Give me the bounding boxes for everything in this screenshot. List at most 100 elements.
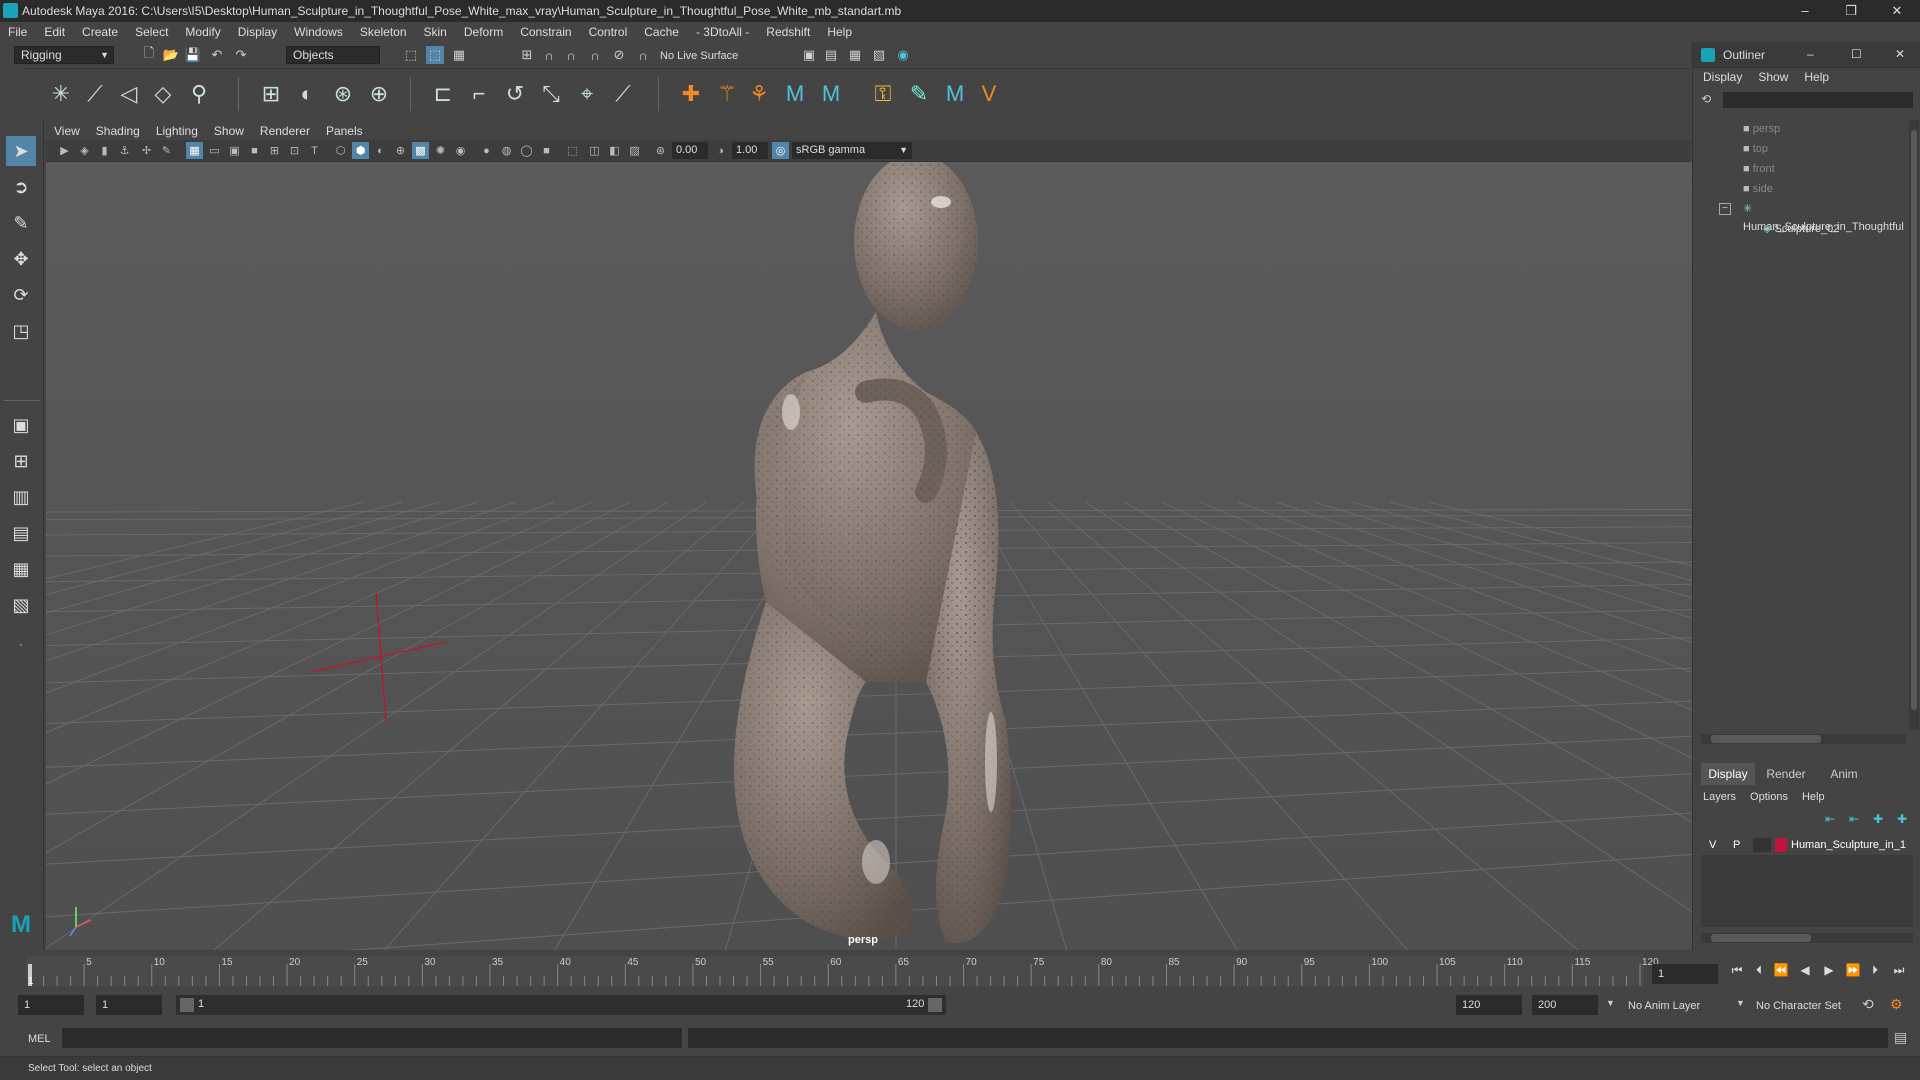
chevron-down-icon[interactable]: ▼ [1736, 998, 1745, 1008]
menu-item[interactable]: Display [238, 25, 277, 39]
exposure-icon[interactable]: ⊛ [652, 142, 669, 159]
outliner-menu-item[interactable]: Display [1703, 70, 1742, 88]
select-by-component-icon[interactable]: ▦ [450, 46, 468, 64]
layer-menu-item[interactable]: Help [1802, 791, 1825, 803]
outliner-item[interactable]: ■ front [1743, 160, 1775, 178]
outliner-search-input[interactable] [1723, 92, 1913, 108]
new-layer-selected-icon[interactable]: ✚ [1897, 812, 1907, 826]
v-script-icon[interactable]: V [974, 79, 1004, 109]
camera-select-icon[interactable]: ▶ [56, 142, 73, 159]
script-editor-icon[interactable]: ▤ [1894, 1029, 1907, 1046]
play-forwards-icon[interactable]: ▶ [1820, 961, 1838, 979]
new-layer-icon[interactable]: ✚ [1873, 812, 1883, 826]
gamma-field[interactable]: 1.00 [732, 142, 768, 159]
snap-curve-icon[interactable]: ∩ [540, 46, 558, 64]
render-settings-icon[interactable]: ▣ [800, 46, 818, 64]
layout-outliner-icon[interactable]: ▧ [6, 590, 36, 620]
xray-components-icon[interactable]: ▨ [626, 142, 643, 159]
maya-script-icon[interactable]: M [940, 79, 970, 109]
paint-weights-icon[interactable]: ◐ [292, 79, 322, 109]
safe-title-icon[interactable]: T [306, 142, 323, 159]
exposure-field[interactable]: 0.00 [672, 142, 708, 159]
auto-key-icon[interactable]: ⟲ [1862, 996, 1874, 1013]
film-gate-icon[interactable]: ▭ [206, 142, 223, 159]
minimize-button[interactable]: – [1782, 0, 1828, 22]
range-end-handle[interactable] [928, 998, 942, 1012]
skeleton-icon[interactable]: ⚚ [712, 79, 742, 109]
rotate-tool-icon[interactable]: ⟳ [6, 280, 36, 310]
mirror-joint-icon[interactable]: ⚲ [184, 79, 214, 109]
layer-menu-item[interactable]: Layers [1703, 791, 1736, 803]
menu-item[interactable]: Redshift [766, 25, 810, 39]
2d-pan-icon[interactable]: ✢ [138, 142, 155, 159]
start-time-field[interactable]: 1 [18, 995, 84, 1015]
grease-pencil-icon[interactable]: ✎ [158, 142, 175, 159]
image-plane-icon[interactable]: ⚓ [116, 142, 133, 159]
outliner-item[interactable]: ■ persp [1743, 120, 1780, 138]
anti-aliasing-icon[interactable]: ◯ [518, 142, 535, 159]
selection-mode-dropdown[interactable]: Objects [286, 46, 380, 64]
hik-icon[interactable]: ⚘ [744, 79, 774, 109]
lattice-icon[interactable]: ⊛ [328, 79, 358, 109]
save-scene-icon[interactable]: 💾 [184, 46, 202, 64]
gate-mask-icon[interactable]: ■ [246, 142, 263, 159]
menu-item[interactable]: Constrain [520, 25, 571, 39]
end-time-field[interactable]: 200 [1532, 995, 1598, 1015]
resolution-gate-icon[interactable]: ▣ [226, 142, 243, 159]
current-frame-field[interactable]: 1 [1652, 964, 1718, 984]
panel-menu-item[interactable]: Renderer [260, 124, 310, 138]
field-chart-icon[interactable]: ⊞ [266, 142, 283, 159]
command-input[interactable] [62, 1028, 682, 1048]
range-slider[interactable]: 1 120 [176, 995, 946, 1015]
color-management-icon[interactable]: ◎ [772, 142, 789, 159]
menu-item[interactable]: - 3DtoAll - [696, 25, 749, 39]
key-tool-icon[interactable]: ⚿ [868, 79, 898, 109]
play-backwards-icon[interactable]: ◀ [1796, 961, 1814, 979]
outliner-maximize-button[interactable]: ☐ [1851, 47, 1862, 61]
layout-more-icon[interactable]: · [6, 630, 36, 660]
layer-visibility-toggle[interactable]: V [1709, 839, 1716, 851]
playback-start-field[interactable]: 1 [96, 995, 162, 1015]
menu-item[interactable]: Create [82, 25, 118, 39]
new-scene-icon[interactable]: 🗋 [140, 45, 158, 64]
outliner-menu-item[interactable]: Help [1804, 70, 1829, 88]
anim-layer-label[interactable]: No Anim Layer [1628, 1000, 1700, 1012]
range-start-handle[interactable] [180, 998, 194, 1012]
layer-tab[interactable]: Anim [1817, 763, 1871, 785]
character-set-label[interactable]: No Character Set [1756, 1000, 1841, 1012]
menu-item[interactable]: Edit [44, 25, 65, 39]
menu-item[interactable]: Windows [294, 25, 343, 39]
menu-item[interactable]: Skeleton [360, 25, 407, 39]
xray-joints-icon[interactable]: ◧ [606, 142, 623, 159]
layout-top-icon[interactable]: ▤ [6, 518, 36, 548]
layer-name[interactable]: Human_Sculpture_in_1 [1791, 839, 1906, 851]
lights-icon[interactable]: ✺ [432, 142, 449, 159]
step-forward-frame-icon[interactable]: ⏩ [1844, 961, 1862, 979]
panel-menu-item[interactable]: Panels [326, 124, 363, 138]
depth-of-field-icon[interactable]: ■ [538, 142, 555, 159]
move-tool-icon[interactable]: ✥ [6, 244, 36, 274]
insert-joint-icon[interactable]: ◇ [148, 79, 178, 109]
layer-tab[interactable]: Display [1701, 763, 1755, 785]
menu-item[interactable]: Select [135, 25, 168, 39]
outliner-item[interactable]: ◈ Sculpture_02 [1763, 220, 1839, 238]
pole-vector-icon[interactable]: ⟋ [608, 79, 638, 109]
panel-menu-item[interactable]: Shading [96, 124, 140, 138]
undo-icon[interactable]: ↶ [208, 46, 226, 64]
outliner-vscrollbar[interactable] [1909, 120, 1919, 730]
menu-item[interactable]: Cache [644, 25, 679, 39]
panel-menu-item[interactable]: Show [214, 124, 244, 138]
anim-preferences-icon[interactable]: ⚙ [1890, 996, 1903, 1013]
lasso-tool-icon[interactable]: ➲ [6, 172, 36, 202]
scale-constraint-icon[interactable]: ⤡ [536, 79, 566, 109]
menu-item[interactable]: Skin [424, 25, 447, 39]
layer-display-type[interactable] [1753, 838, 1771, 852]
go-to-end-icon[interactable]: ⏭ [1890, 961, 1908, 979]
brush-tool-icon[interactable]: ✎ [904, 79, 934, 109]
camera-attributes-icon[interactable]: ◈ [76, 142, 93, 159]
layer-color-swatch[interactable] [1775, 838, 1787, 852]
move-layer-down-icon[interactable]: ⇤ [1849, 812, 1859, 826]
parent-constraint-icon[interactable]: ⊏ [428, 79, 458, 109]
orient-constraint-icon[interactable]: ↺ [500, 79, 530, 109]
snap-point-icon[interactable]: ∩ [562, 46, 580, 64]
